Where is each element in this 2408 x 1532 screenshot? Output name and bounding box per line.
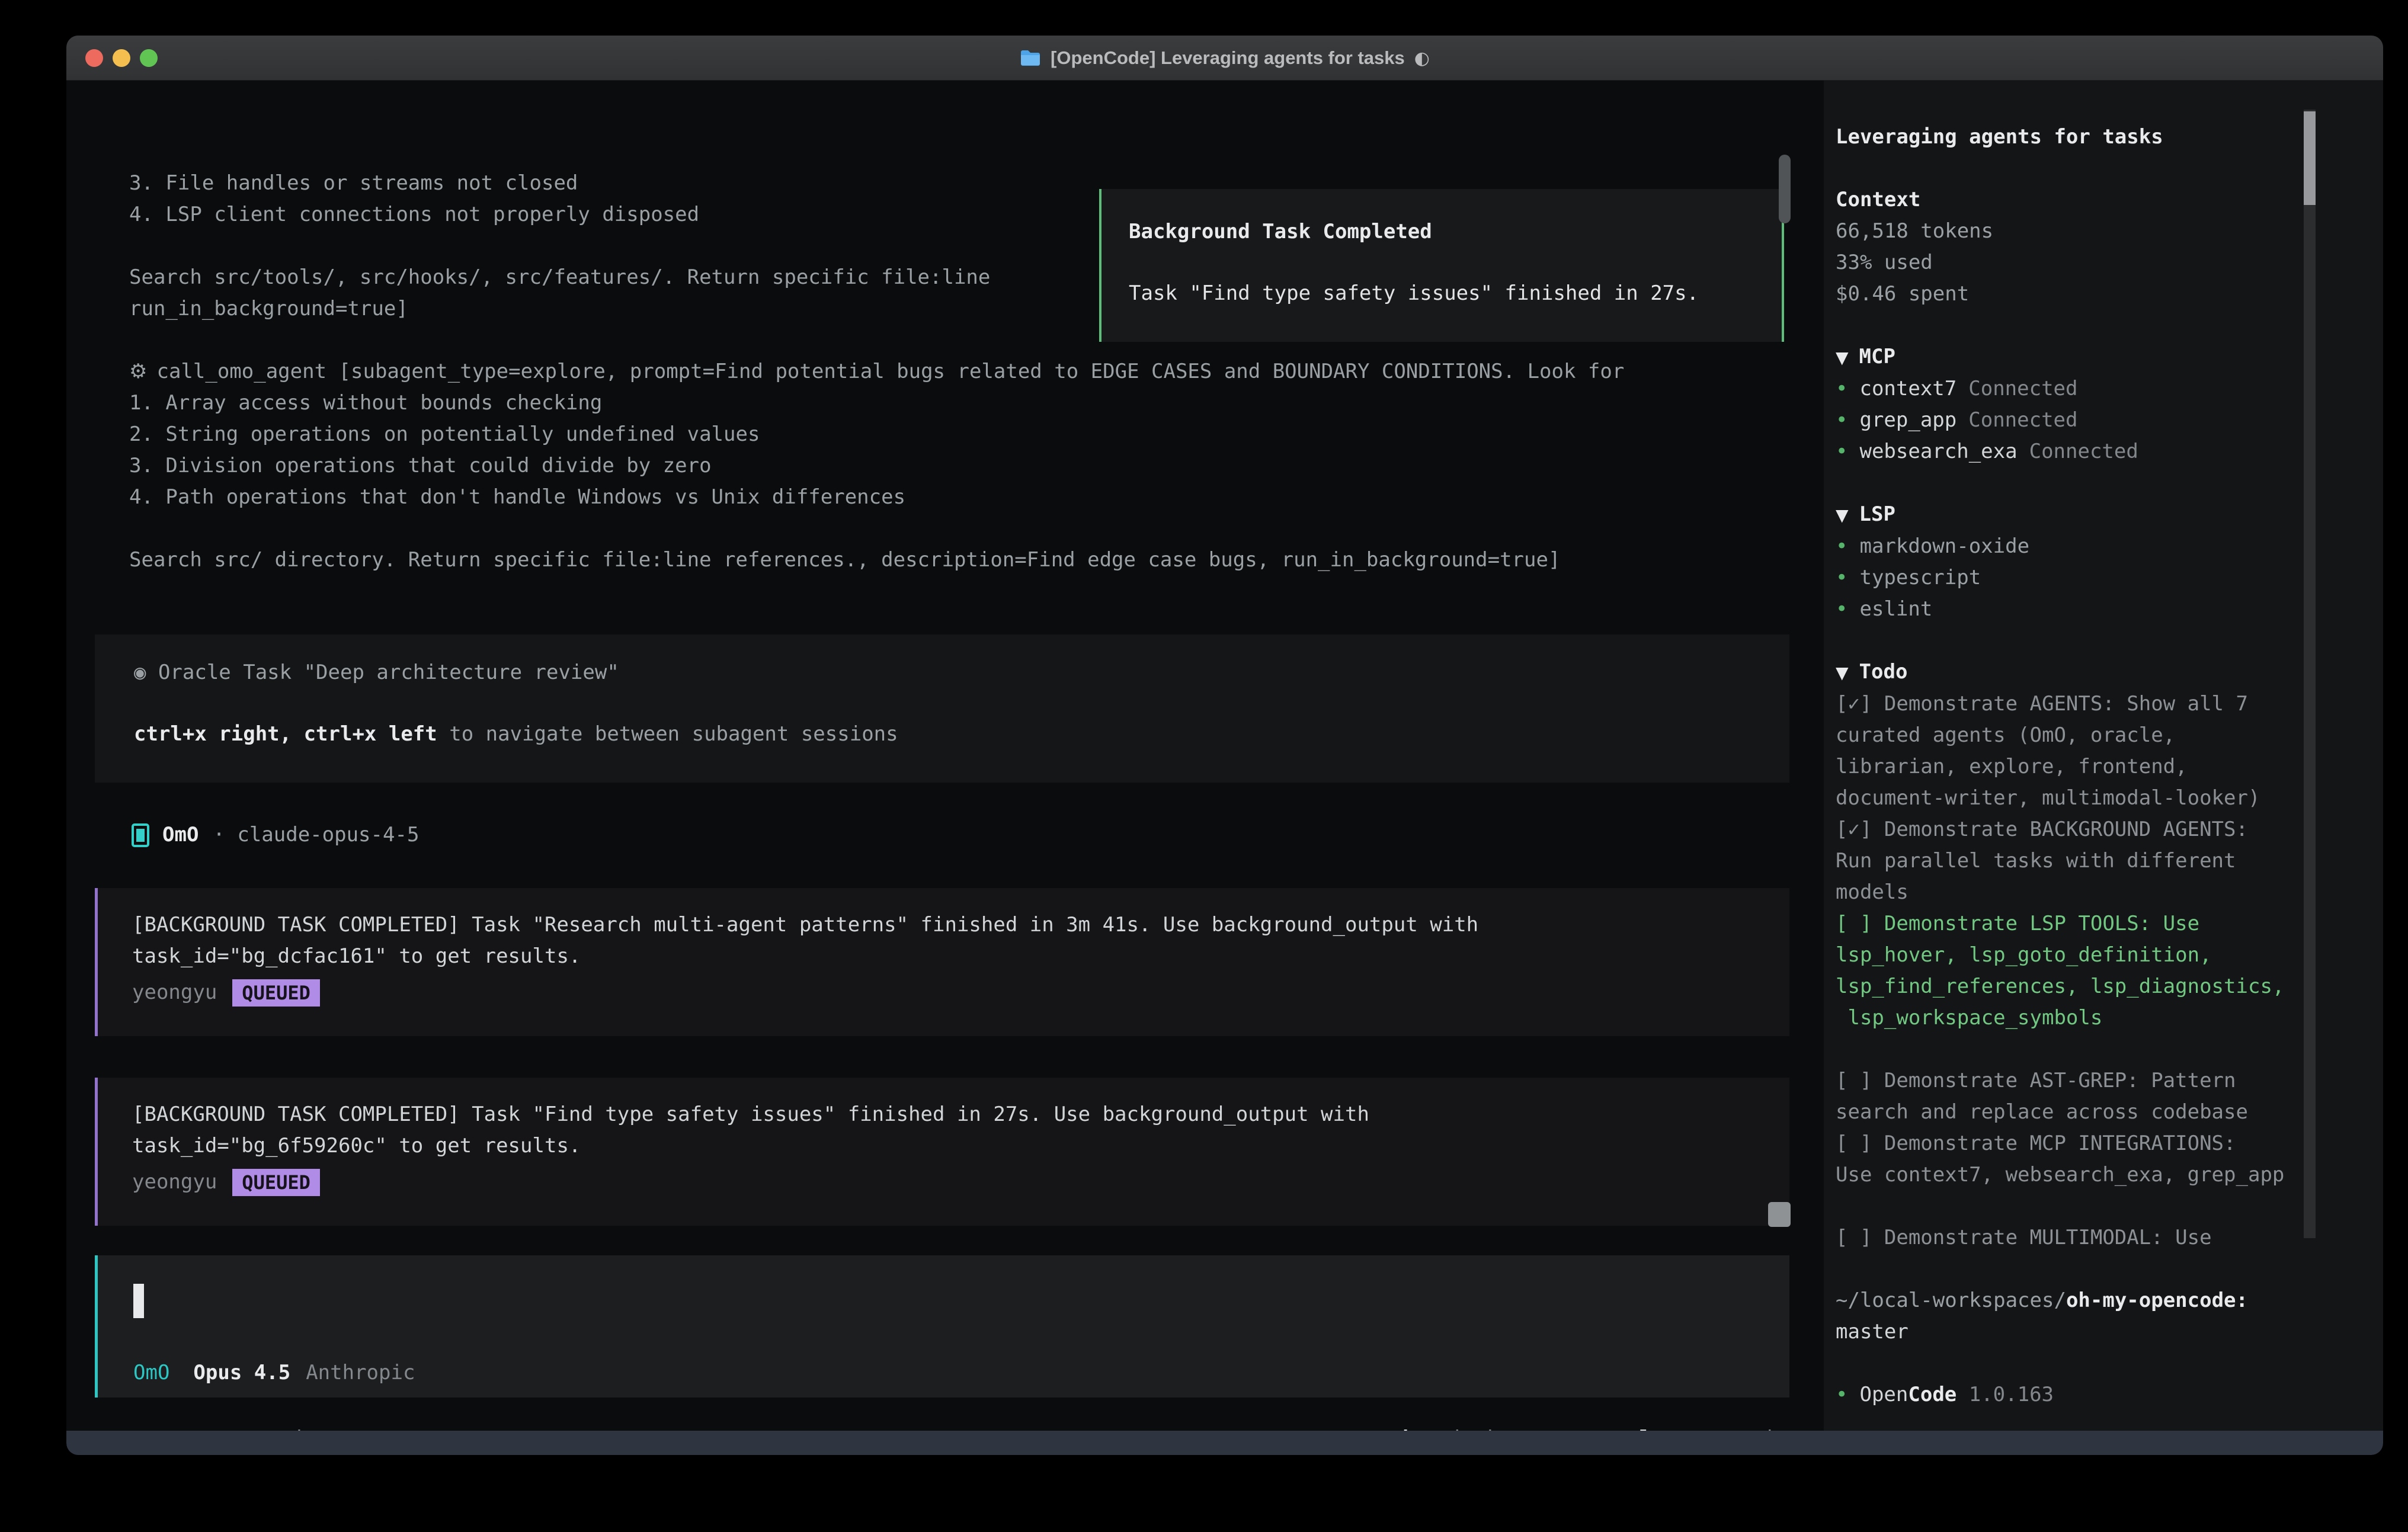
todo-section-header[interactable]: ▼Todo <box>1836 656 2304 688</box>
todo-line: models <box>1836 877 2304 908</box>
sidebar-content: Leveraging agents for tasks Context 66,5… <box>1836 121 2304 1411</box>
terminal-line: 4. Path operations that don't handle Win… <box>129 482 1624 513</box>
lsp-section-header[interactable]: ▼LSP <box>1836 499 2304 531</box>
todo-line: [ ] Demonstrate MULTIMODAL: Use <box>1836 1222 2304 1254</box>
sidebar-scrollbar-thumb[interactable] <box>2304 111 2316 205</box>
context-spent: $0.46 spent <box>1836 278 2304 310</box>
todo-line: Run parallel tasks with different <box>1836 845 2304 877</box>
status-badge: QUEUED <box>232 979 320 1007</box>
lsp-item: •markdown-oxide <box>1836 531 2304 562</box>
todo-line-active: lsp_find_references, lsp_diagnostics, <box>1836 971 2304 1002</box>
todo-line: Use context7, websearch_exa, grep_app <box>1836 1159 2304 1191</box>
todo-line: curated agents (OmO, oracle, <box>1836 720 2304 751</box>
bullet-icon: • <box>1836 566 1847 589</box>
half-circle-icon: ◐ <box>1414 48 1430 69</box>
task-message-meta: yeongyu QUEUED <box>132 977 320 1008</box>
oracle-task-box: ◉ Oracle Task "Deep architecture review"… <box>95 634 1789 783</box>
task-user: yeongyu <box>132 977 217 1008</box>
bullet-icon: • <box>1836 408 1847 432</box>
todo-line-active: [ ] Demonstrate LSP TOOLS: Use <box>1836 908 2304 940</box>
bullet-icon: • <box>1836 597 1847 621</box>
terminal-line: 3. Division operations that could divide… <box>129 450 1624 482</box>
bullet-icon: • <box>1836 534 1847 558</box>
mcp-section-header[interactable]: ▼MCP <box>1836 341 2304 373</box>
terminal-scrollbar-thumb[interactable] <box>1779 155 1791 223</box>
todo-line: [ ] Demonstrate AST-GREP: Pattern <box>1836 1065 2304 1097</box>
task-user: yeongyu <box>132 1166 217 1198</box>
todo-line-active: lsp_workspace_symbols <box>1836 1002 2304 1034</box>
history-scrollbar-thumb[interactable] <box>1768 1202 1791 1227</box>
model-row: OmO Opus 4.5 Anthropic <box>133 1357 415 1389</box>
mcp-item: •grep_appConnected <box>1836 405 2304 436</box>
terminal-line-blank <box>129 513 1624 544</box>
tool-call-text: call_omo_agent [subagent_type=explore, p… <box>156 360 1624 383</box>
oracle-task-title: ◉ Oracle Task "Deep architecture review" <box>134 657 619 688</box>
terminal-line: 1. Array access without bounds checking <box>129 387 1624 419</box>
bullet-icon: • <box>1836 1383 1847 1406</box>
context-header: Context <box>1836 184 2304 216</box>
task-message-line1: [BACKGROUND TASK COMPLETED] Task "Find t… <box>132 1099 1369 1130</box>
shortcut-keys: ctrl+x right, ctrl+x left <box>134 722 437 746</box>
chevron-down-icon: ▼ <box>1836 505 1849 525</box>
lsp-item: •typescript <box>1836 562 2304 594</box>
chevron-down-icon: ▼ <box>1836 663 1849 682</box>
task-message-line2: task_id="bg_6f59260c" to get results. <box>132 1130 581 1162</box>
todo-line-active: lsp_hover, lsp_goto_definition, <box>1836 940 2304 971</box>
agent-model: · claude-opus-4-5 <box>213 819 419 851</box>
session-sidebar: Leveraging agents for tasks Context 66,5… <box>1824 81 2383 1431</box>
workspace-branch: master <box>1836 1316 2304 1348</box>
window-bottom-frame <box>66 1431 2383 1455</box>
desktop: [OpenCode] Leveraging agents for tasks ◐… <box>0 0 2408 1532</box>
mcp-item: •websearch_exaConnected <box>1836 436 2304 467</box>
task-message-line2: task_id="bg_dcfac161" to get results. <box>132 941 581 972</box>
notification-title: Background Task Completed <box>1129 216 1432 248</box>
chevron-down-icon: ▼ <box>1836 348 1849 367</box>
input-provider: Anthropic <box>306 1357 415 1389</box>
agent-header: OmO · claude-opus-4-5 <box>132 819 419 851</box>
background-task-notification: Background Task Completed Task "Find typ… <box>1099 189 1784 342</box>
agent-name: OmO <box>162 819 198 851</box>
window-titlebar[interactable]: [OpenCode] Leveraging agents for tasks ◐ <box>66 36 2383 81</box>
prompt-input[interactable]: OmO Opus 4.5 Anthropic <box>95 1255 1789 1398</box>
task-message-2: [BACKGROUND TASK COMPLETED] Task "Find t… <box>95 1078 1789 1226</box>
context-used: 33% used <box>1836 247 2304 278</box>
session-title: Leveraging agents for tasks <box>1836 121 2304 153</box>
status-badge: QUEUED <box>232 1169 320 1196</box>
version-line: •OpenCode 1.0.163 <box>1836 1379 2304 1411</box>
record-icon: ◉ <box>134 661 158 684</box>
todo-line: search and replace across codebase <box>1836 1097 2304 1128</box>
workspace-path: ~/local-workspaces/oh-my-opencode: <box>1836 1285 2304 1316</box>
folder-icon <box>1020 49 1041 67</box>
input-model-name: Opus 4.5 <box>193 1357 290 1389</box>
todo-line: [ ] Demonstrate MCP INTEGRATIONS: <box>1836 1128 2304 1159</box>
todo-line: librarian, explore, frontend, <box>1836 751 2304 783</box>
agent-omo-icon <box>132 823 149 847</box>
todo-line: [✓] Demonstrate AGENTS: Show all 7 <box>1836 688 2304 720</box>
window-title-text: [OpenCode] Leveraging agents for tasks <box>1051 47 1405 69</box>
task-message-1: [BACKGROUND TASK COMPLETED] Task "Resear… <box>95 888 1789 1036</box>
context-tokens: 66,518 tokens <box>1836 216 2304 247</box>
terminal-line: 2. String operations on potentially unde… <box>129 419 1624 450</box>
task-message-line1: [BACKGROUND TASK COMPLETED] Task "Resear… <box>132 909 1478 941</box>
notification-body: Task "Find type safety issues" finished … <box>1129 278 1699 309</box>
terminal-window: [OpenCode] Leveraging agents for tasks ◐… <box>66 36 2383 1455</box>
gear-icon: ⚙ <box>129 360 147 383</box>
terminal-line: Search src/ directory. Return specific f… <box>129 544 1624 576</box>
tool-call-line: ⚙ call_omo_agent [subagent_type=explore, … <box>129 356 1624 387</box>
text-cursor <box>133 1284 144 1318</box>
bullet-icon: • <box>1836 377 1847 400</box>
oracle-task-hint: ctrl+x right, ctrl+x left to navigate be… <box>134 719 898 750</box>
task-message-meta: yeongyu QUEUED <box>132 1166 320 1198</box>
mcp-item: •context7Connected <box>1836 373 2304 405</box>
input-agent-name: OmO <box>133 1357 169 1389</box>
bullet-icon: • <box>1836 440 1847 463</box>
lsp-item: •eslint <box>1836 594 2304 625</box>
todo-line: [✓] Demonstrate BACKGROUND AGENTS: <box>1836 814 2304 845</box>
sidebar-scrollbar-track[interactable] <box>2304 110 2316 1238</box>
window-title: [OpenCode] Leveraging agents for tasks ◐ <box>66 36 2383 81</box>
todo-line: document-writer, multimodal-looker) <box>1836 783 2304 814</box>
terminal-main-pane[interactable]: 3. File handles or streams not closed 4.… <box>66 81 1824 1431</box>
